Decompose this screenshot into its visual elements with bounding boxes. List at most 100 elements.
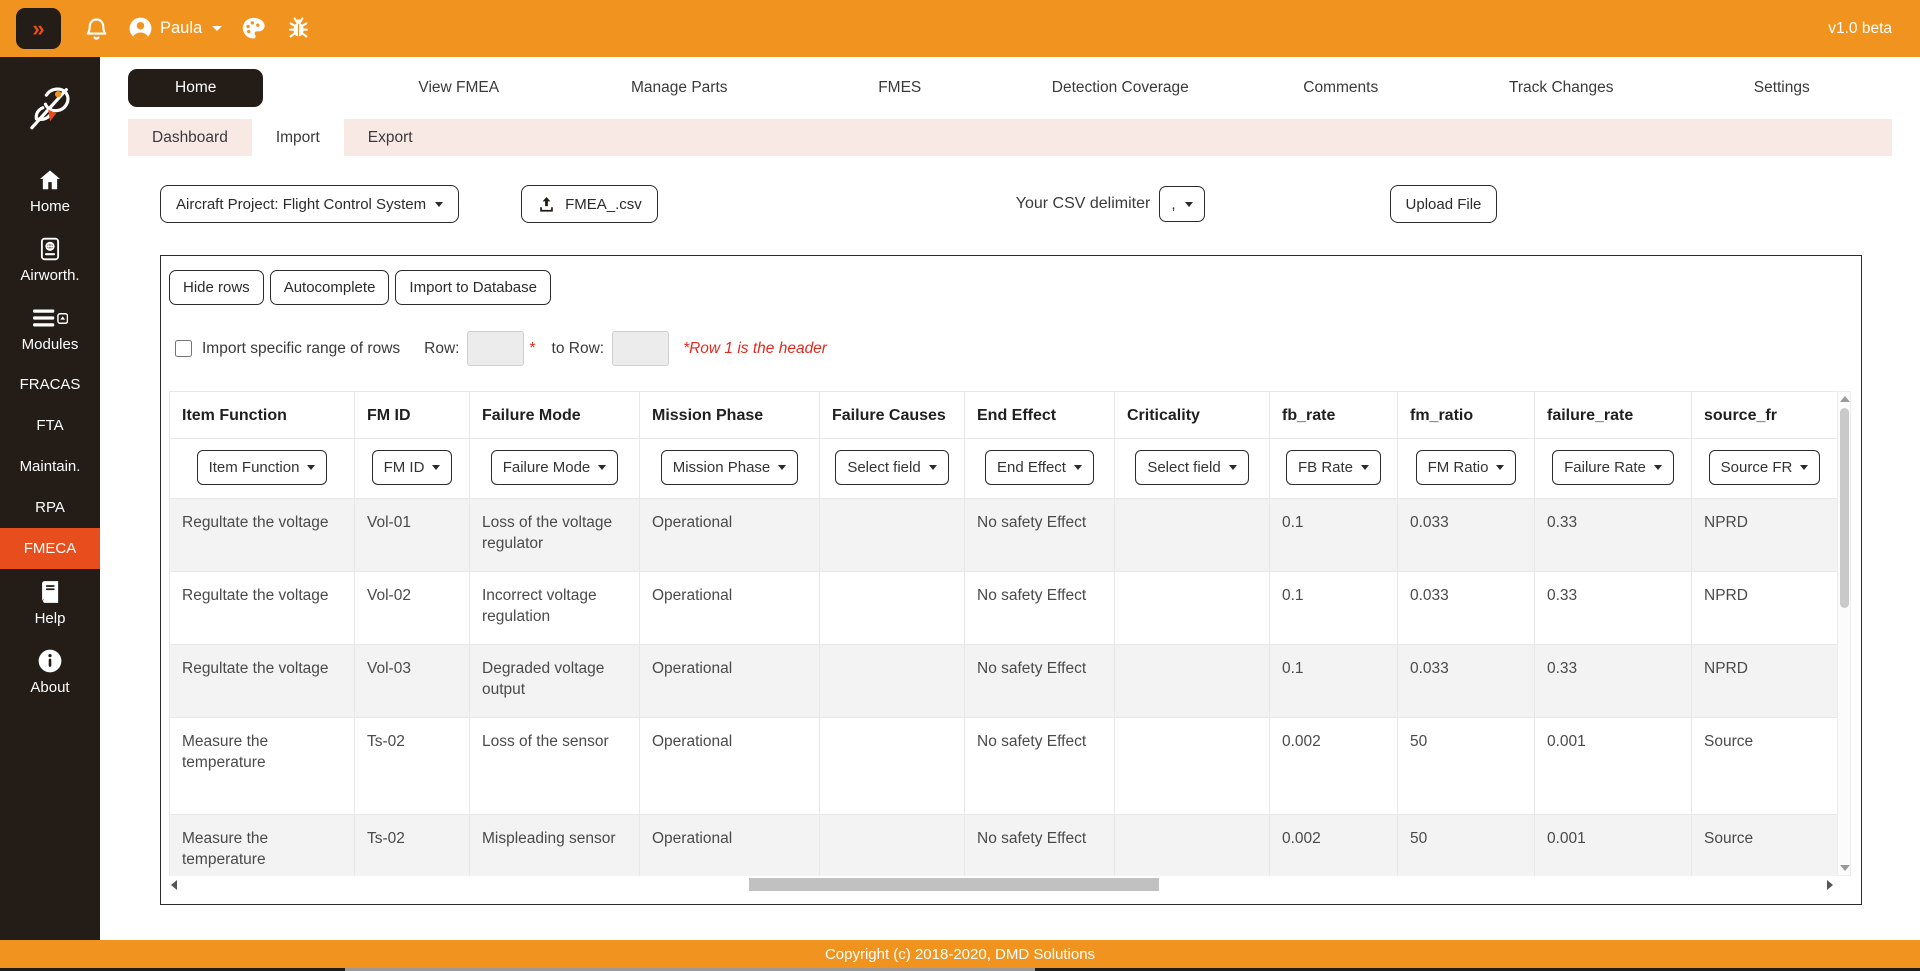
filter-fm-ratio-dropdown[interactable]: FM Ratio <box>1416 450 1517 485</box>
nav-tab-home[interactable]: Home <box>128 69 349 107</box>
sidebar-item-label: RPA <box>35 499 65 516</box>
table-cell: No safety Effect <box>965 499 1115 571</box>
table-cell: 0.33 <box>1535 499 1692 571</box>
version-label: v1.0 beta <box>1828 20 1898 38</box>
book-icon <box>37 579 63 605</box>
delimiter-group: Your CSV delimiter , <box>1016 186 1205 222</box>
filter-end-effect-dropdown[interactable]: End Effect <box>985 450 1094 485</box>
table-cell <box>1115 645 1270 717</box>
table-row: Measure the temperatureTs-02Mispleading … <box>170 815 1837 876</box>
filter-source-fr-dropdown[interactable]: Source FR <box>1709 450 1821 485</box>
nav-tab-manage-parts[interactable]: Manage Parts <box>569 79 790 97</box>
sidebar-collapse-button[interactable]: » <box>16 8 61 49</box>
table-cell <box>1115 815 1270 876</box>
table-cell: Operational <box>640 499 820 571</box>
info-icon <box>37 648 63 674</box>
import-range-label: Import specific range of rows <box>202 340 400 358</box>
filter-item-function-dropdown[interactable]: Item Function <box>197 450 328 485</box>
table-cell: Operational <box>640 718 820 814</box>
header-row-note: *Row 1 is the header <box>683 340 827 358</box>
debug-bug-icon[interactable] <box>285 15 312 42</box>
scroll-left-icon[interactable] <box>171 880 177 890</box>
import-range-row: Import specific range of rows Row: * to … <box>169 331 1853 366</box>
nav-tab-settings[interactable]: Settings <box>1672 79 1893 97</box>
filter-label: Item Function <box>209 459 300 476</box>
horizontal-scroll-thumb[interactable] <box>749 878 1159 891</box>
csv-file-button[interactable]: FMEA_.csv <box>521 185 658 223</box>
table-cell: Source <box>1692 815 1837 876</box>
table-row: Regultate the voltageVol-01Loss of the v… <box>170 499 1837 572</box>
table-cell: 50 <box>1398 718 1535 814</box>
scroll-right-icon[interactable] <box>1827 880 1833 890</box>
sidebar-item-about[interactable]: About <box>0 638 100 707</box>
filter-criticality-dropdown[interactable]: Select field <box>1135 450 1248 485</box>
nav-tab-label: Manage Parts <box>631 79 728 97</box>
table-horizontal-scrollbar[interactable] <box>169 877 1851 892</box>
nav-tab-fmes[interactable]: FMES <box>790 79 1011 97</box>
nav-tab-label: Track Changes <box>1509 79 1614 97</box>
copyright-text: Copyright (c) 2018-2020, DMD Solutions <box>825 946 1095 963</box>
chevron-down-icon <box>1496 465 1504 470</box>
table-cell <box>1115 499 1270 571</box>
top-bar: » Paula v1.0 beta <box>0 0 1920 57</box>
table-cell: 0.001 <box>1535 718 1692 814</box>
subtab-dashboard[interactable]: Dashboard <box>128 119 252 156</box>
sidebar-item-home[interactable]: Home <box>0 157 100 226</box>
user-avatar-icon <box>128 16 153 41</box>
sidebar-item-label: FTA <box>36 417 63 434</box>
nav-tab-comments[interactable]: Comments <box>1231 79 1452 97</box>
import-to-database-button[interactable]: Import to Database <box>395 270 551 305</box>
sidebar-item-rpa[interactable]: RPA <box>0 487 100 528</box>
table-row: Measure the temperatureTs-02Loss of the … <box>170 718 1837 815</box>
filter-failure-mode-dropdown[interactable]: Failure Mode <box>491 450 619 485</box>
table-cell: Vol-01 <box>355 499 470 571</box>
sidebar-item-modules[interactable]: Modules <box>0 295 100 364</box>
filter-label: FM ID <box>384 459 425 476</box>
autocomplete-button[interactable]: Autocomplete <box>270 270 390 305</box>
delimiter-label: Your CSV delimiter <box>1016 195 1151 213</box>
filter-mission-phase-dropdown[interactable]: Mission Phase <box>661 450 799 485</box>
subtab-export[interactable]: Export <box>344 119 437 156</box>
nav-tab-detection-coverage[interactable]: Detection Coverage <box>1010 79 1231 97</box>
row-from-input[interactable] <box>467 331 524 366</box>
table-cell: Loss of the voltage regulator <box>470 499 640 571</box>
import-range-checkbox[interactable] <box>175 340 192 357</box>
column-header-fb-rate: fb_rate <box>1270 392 1398 438</box>
filter-failure-rate-dropdown[interactable]: Failure Rate <box>1552 450 1674 485</box>
delimiter-selector-button[interactable]: , <box>1159 186 1204 222</box>
table-cell <box>1115 718 1270 814</box>
filter-label: End Effect <box>997 459 1066 476</box>
table-cell <box>820 572 965 644</box>
sidebar-item-maintain[interactable]: Maintain. <box>0 446 100 487</box>
table-vertical-scrollbar[interactable] <box>1837 391 1851 876</box>
table-cell: Measure the temperature <box>170 815 355 876</box>
delimiter-value: , <box>1171 196 1175 213</box>
row-to-input[interactable] <box>612 331 669 366</box>
vertical-scroll-thumb[interactable] <box>1840 408 1849 608</box>
user-menu[interactable]: Paula <box>128 16 222 41</box>
nav-tab-track-changes[interactable]: Track Changes <box>1451 79 1672 97</box>
filter-fb-rate-dropdown[interactable]: FB Rate <box>1286 450 1381 485</box>
filter-fm-id-dropdown[interactable]: FM ID <box>372 450 453 485</box>
table-cell: Regultate the voltage <box>170 645 355 717</box>
upload-file-button[interactable]: Upload File <box>1390 185 1498 223</box>
sidebar-item-fta[interactable]: FTA <box>0 405 100 446</box>
subtab-import[interactable]: Import <box>252 119 344 156</box>
sidebar-item-fmeca[interactable]: FMECA <box>0 528 100 569</box>
project-selector-button[interactable]: Aircraft Project: Flight Control System <box>160 185 459 223</box>
sidebar-item-fracas[interactable]: FRACAS <box>0 364 100 405</box>
required-mark: * <box>529 340 535 358</box>
nav-tab-view-fmea[interactable]: View FMEA <box>349 79 570 97</box>
hide-rows-button[interactable]: Hide rows <box>169 270 264 305</box>
scroll-up-icon[interactable] <box>1840 396 1850 402</box>
filter-failure-causes-dropdown[interactable]: Select field <box>835 450 948 485</box>
sidebar-item-help[interactable]: Help <box>0 569 100 638</box>
table-cell <box>1115 572 1270 644</box>
sidebar-item-airworth[interactable]: Airworth. <box>0 226 100 295</box>
table-cell: No safety Effect <box>965 645 1115 717</box>
table-cell <box>820 499 965 571</box>
scroll-down-icon[interactable] <box>1840 865 1850 871</box>
row-to-label: to Row: <box>552 340 605 358</box>
notifications-bell-icon[interactable] <box>83 15 110 42</box>
theme-palette-icon[interactable] <box>240 15 267 42</box>
